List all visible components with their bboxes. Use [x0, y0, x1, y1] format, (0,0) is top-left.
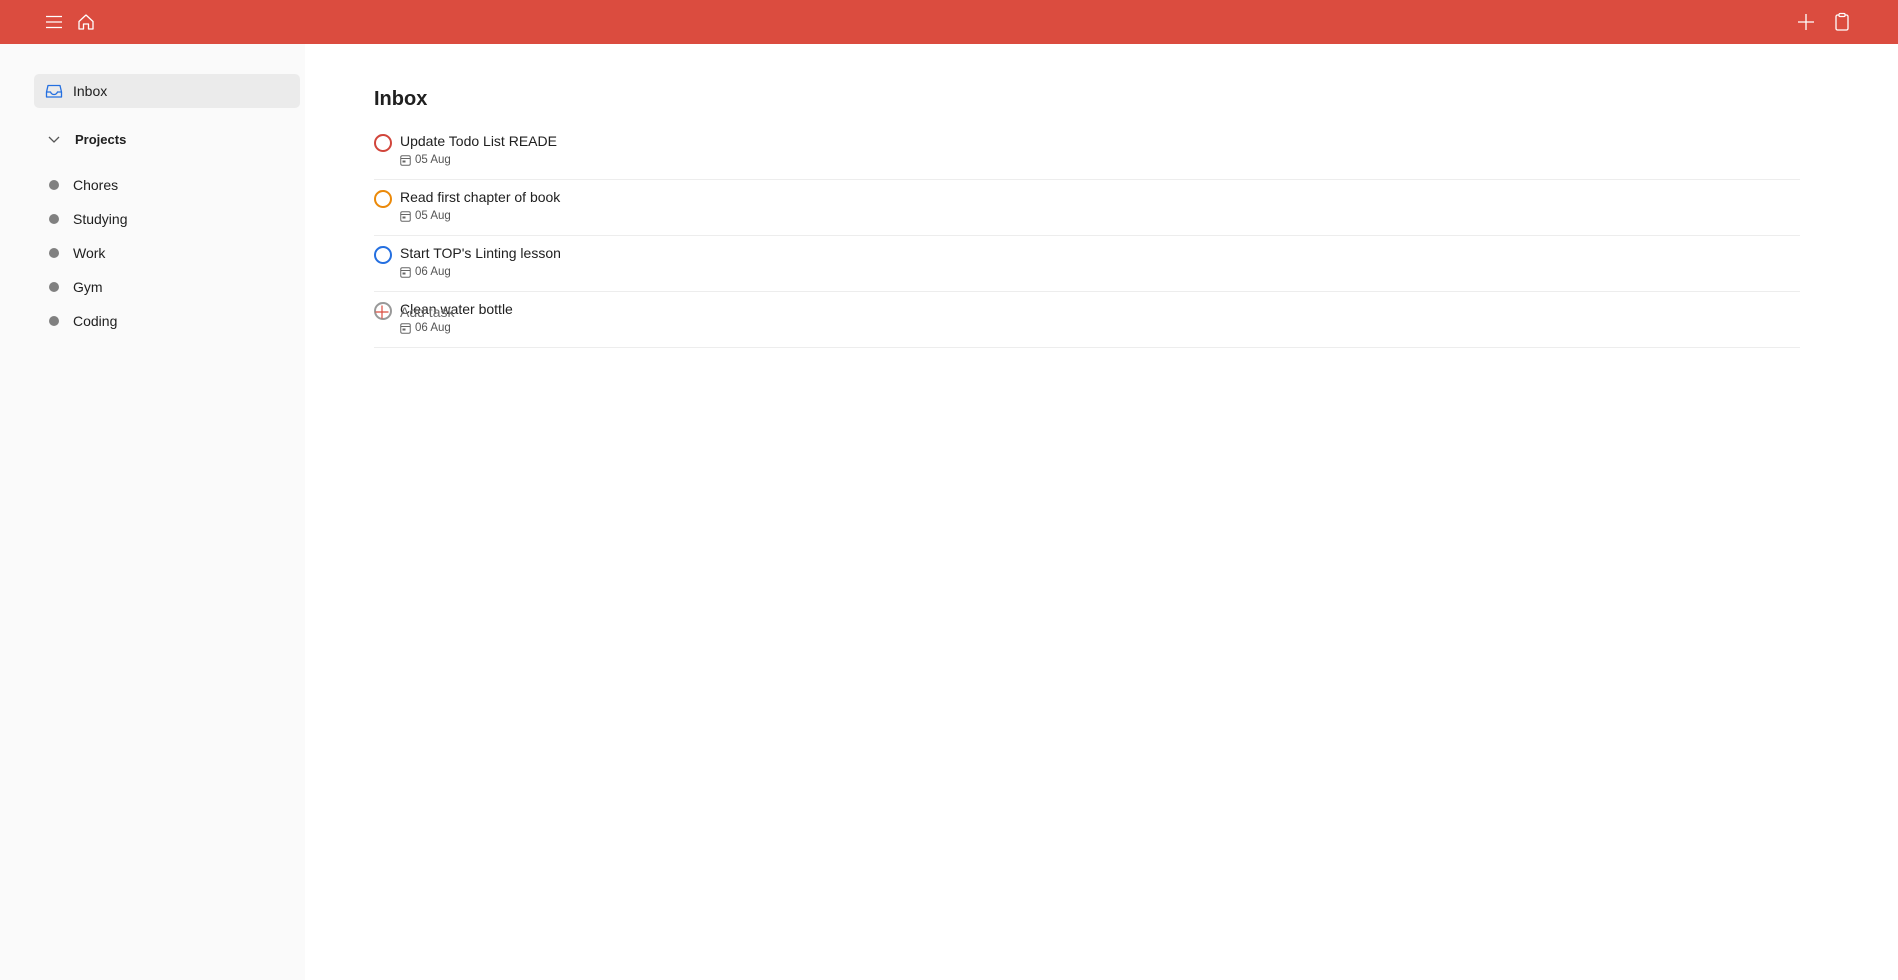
clipboard-icon[interactable]	[1830, 10, 1854, 34]
sidebar-item-inbox[interactable]: Inbox	[34, 74, 300, 108]
task-checkbox[interactable]	[374, 134, 392, 152]
task-due-date: 05 Aug	[400, 210, 451, 222]
task-item[interactable]: Clean water bottle 06 Aug	[374, 292, 1800, 348]
sidebar: Inbox Projects Chores Studying Work Gym …	[0, 44, 305, 980]
task-item[interactable]: Update Todo List READE 05 Aug	[374, 124, 1800, 180]
task-due-label: 06 Aug	[415, 266, 451, 278]
inbox-icon	[45, 82, 63, 100]
project-label: Work	[73, 245, 106, 261]
task-due-label: 05 Aug	[415, 154, 451, 166]
sidebar-item-label: Inbox	[73, 83, 108, 99]
task-item[interactable]: Read first chapter of book 05 Aug	[374, 180, 1800, 236]
project-list: Chores Studying Work Gym Coding	[34, 168, 300, 338]
sidebar-item-work[interactable]: Work	[34, 236, 300, 270]
sidebar-item-coding[interactable]: Coding	[34, 304, 300, 338]
calendar-icon	[400, 322, 411, 334]
plus-icon	[374, 304, 390, 320]
task-title[interactable]: Read first chapter of book	[400, 189, 560, 205]
sidebar-item-gym[interactable]: Gym	[34, 270, 300, 304]
task-title[interactable]: Start TOP's Linting lesson	[400, 245, 561, 261]
project-label: Studying	[73, 211, 128, 227]
page-title: Inbox	[374, 88, 428, 110]
task-due-label: 05 Aug	[415, 210, 451, 222]
sidebar-item-chores[interactable]: Chores	[34, 168, 300, 202]
home-icon[interactable]	[74, 10, 98, 34]
calendar-icon	[400, 210, 411, 222]
task-due-date: 05 Aug	[400, 154, 451, 166]
sidebar-item-studying[interactable]: Studying	[34, 202, 300, 236]
project-dot-icon	[49, 248, 59, 258]
task-due-date: 06 Aug	[400, 266, 451, 278]
project-dot-icon	[49, 180, 59, 190]
plus-icon[interactable]	[1794, 10, 1818, 34]
projects-heading: Projects	[75, 131, 127, 147]
project-dot-icon	[49, 282, 59, 292]
projects-toggle[interactable]: Projects	[34, 124, 300, 154]
project-label: Gym	[73, 279, 103, 295]
top-bar	[0, 0, 1898, 44]
task-item[interactable]: Start TOP's Linting lesson 06 Aug	[374, 236, 1800, 292]
task-list: Update Todo List READE 05 Aug Read first…	[374, 124, 1800, 348]
project-dot-icon	[49, 316, 59, 326]
task-checkbox[interactable]	[374, 190, 392, 208]
add-task-label: Add task	[400, 304, 455, 320]
menu-icon[interactable]	[42, 10, 66, 34]
chevron-down-icon	[45, 130, 63, 148]
task-title[interactable]: Update Todo List READE	[400, 133, 557, 149]
calendar-icon	[400, 266, 411, 278]
project-label: Chores	[73, 177, 119, 193]
calendar-icon	[400, 154, 411, 166]
project-dot-icon	[49, 214, 59, 224]
task-checkbox[interactable]	[374, 246, 392, 264]
project-label: Coding	[73, 313, 118, 329]
add-task-button[interactable]: Add task	[374, 300, 454, 324]
